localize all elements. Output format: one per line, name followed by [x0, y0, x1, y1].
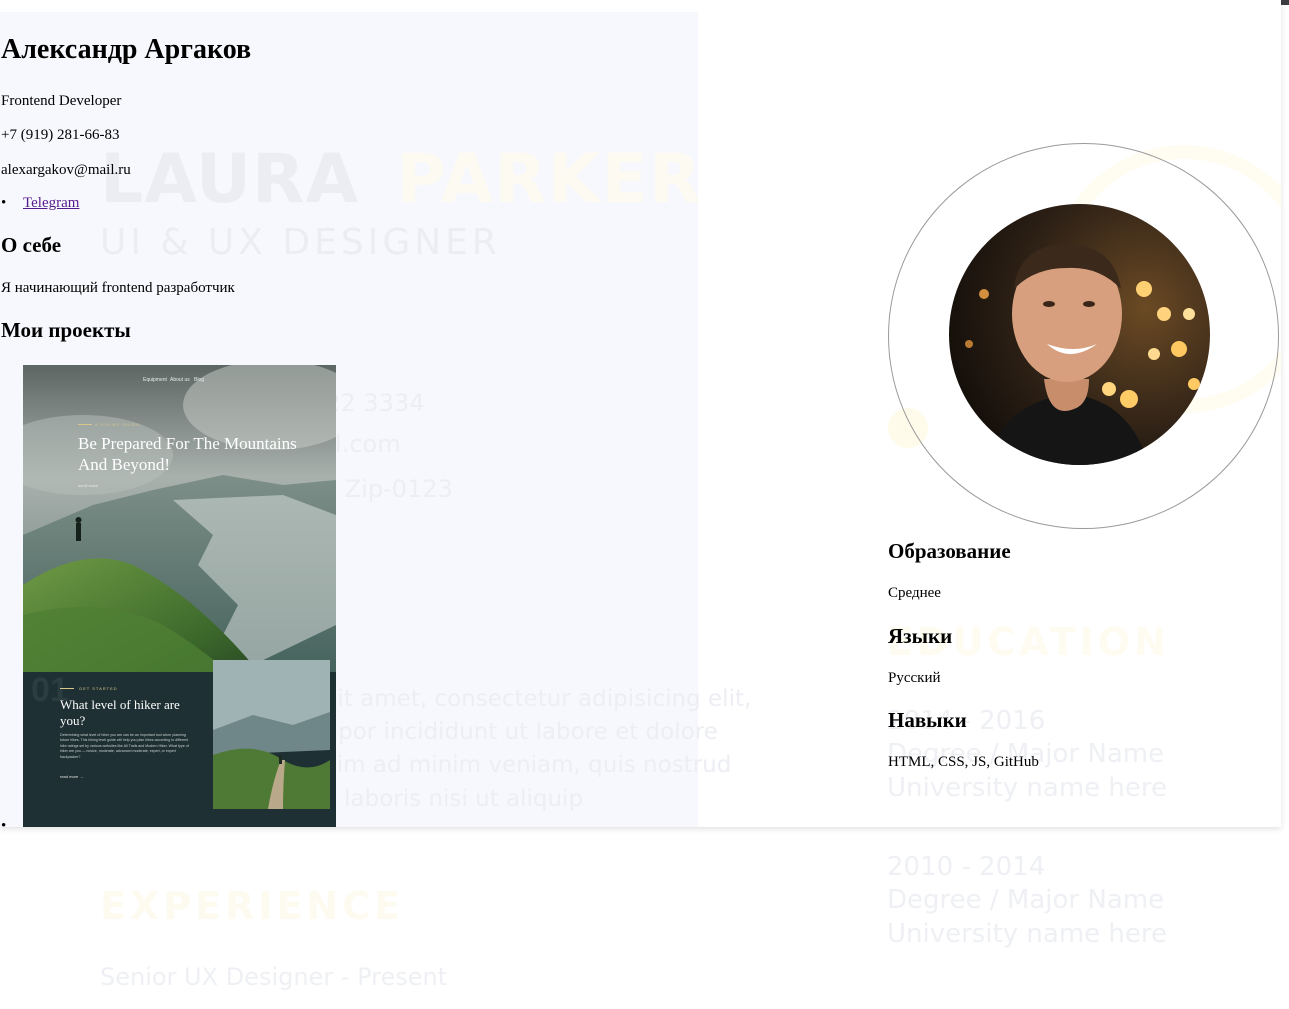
- bg-education-row: University name here: [887, 919, 1168, 949]
- resume-card: LAURA PARKER UI & UX DESIGNER +000 111 2…: [0, 0, 1281, 827]
- list-item: Telegram: [1, 195, 79, 212]
- preview-tag-line: [78, 424, 92, 425]
- preview-title: Be Prepared For The Mountains And Beyond…: [78, 434, 297, 474]
- preview-section-tag: GET STARTED: [79, 686, 118, 691]
- preview-nav-item: Equipment: [143, 377, 167, 383]
- projects-heading: Мои проекты: [1, 318, 131, 342]
- profile-photo: [949, 204, 1210, 465]
- preview-nav-item: Blog: [194, 377, 205, 383]
- preview-nav-item: About us: [170, 377, 190, 383]
- languages-text: Русский: [888, 670, 941, 686]
- bg-education-row: 2010 - 2014: [887, 852, 1046, 882]
- bg-experience-heading: EXPERIENCE: [100, 884, 405, 928]
- profile-links-list: Telegram: [1, 195, 79, 212]
- preview-question: What level of hiker are you?: [60, 697, 180, 728]
- education-heading: Образование: [888, 539, 1011, 563]
- preview-description: Determining what level of hiker you are …: [60, 733, 189, 759]
- profile-job-title: Frontend Developer: [1, 93, 122, 109]
- telegram-link[interactable]: Telegram: [23, 195, 79, 211]
- languages-heading: Языки: [888, 624, 953, 648]
- preview-trail-photo: [213, 660, 330, 809]
- bg-experience-item: Senior UX Designer - Present: [100, 963, 448, 991]
- profile-email: alexargakov@mail.ru: [1, 162, 131, 178]
- project-preview-image[interactable]: Equipment About us Blog A HIKING GUIDE B…: [23, 365, 336, 827]
- education-text: Среднее: [888, 585, 941, 601]
- preview-tag: A HIKING GUIDE: [95, 422, 141, 427]
- preview-scroll-hint: scroll down: [78, 483, 99, 488]
- bg-education-row: Degree / Major Name: [887, 885, 1165, 915]
- profile-phone: +7 (919) 281-66-83: [1, 127, 120, 143]
- profile-name: Александр Аргаков: [1, 34, 252, 65]
- skills-heading: Навыки: [888, 708, 967, 732]
- preview-section-line: [60, 688, 74, 689]
- preview-read-more: read more →: [60, 774, 84, 779]
- project-list-bullet: •: [1, 818, 7, 827]
- bg-education-row: University name here: [887, 773, 1168, 803]
- about-text: Я начинающий frontend разработчик: [1, 280, 235, 296]
- about-heading: О себе: [1, 233, 62, 257]
- skills-text: HTML, CSS, JS, GitHub: [888, 754, 1039, 770]
